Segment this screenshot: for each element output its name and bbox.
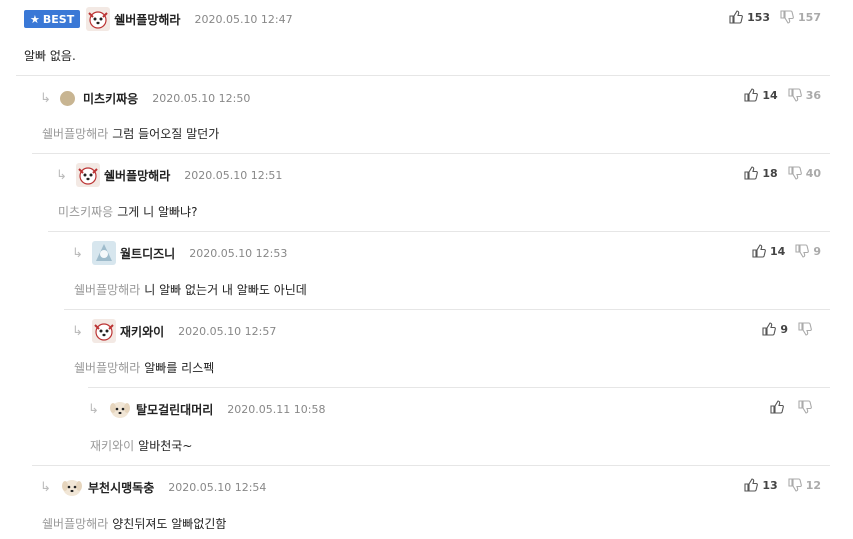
upvote-count: 14: [762, 88, 778, 102]
mention[interactable]: 미츠키짜응: [58, 205, 113, 219]
upvote-count: 9: [780, 322, 788, 336]
timestamp: 2020.05.11 10:58: [227, 402, 326, 416]
thumbs-down-icon[interactable]: [780, 10, 794, 24]
reply-arrow-icon: ↳: [72, 245, 83, 261]
thumbs-down-icon[interactable]: [795, 244, 810, 258]
thumbs-up-icon[interactable]: [729, 10, 743, 24]
nickname[interactable]: 쉘버플망해라: [114, 11, 180, 28]
reply-arrow-icon: ↳: [88, 401, 99, 417]
avatar[interactable]: [86, 7, 111, 31]
comment-text: 그게 니 알빠냐?: [117, 205, 198, 219]
avatar[interactable]: [92, 319, 116, 343]
avatar[interactable]: [60, 90, 75, 106]
downvote-count: 40: [805, 166, 821, 180]
reply-arrow-icon: ↳: [56, 167, 67, 183]
nickname[interactable]: 쉘버플망해라: [104, 167, 170, 184]
comment-text: 그럼 들어오질 말던가: [112, 127, 220, 141]
reply-arrow-icon: ↳: [72, 323, 83, 339]
nickname[interactable]: 탈모걸린대머리: [136, 401, 213, 418]
avatar[interactable]: [76, 163, 100, 187]
comment-text: 니 알빠 없는거 내 알빠도 아닌데: [144, 283, 307, 297]
timestamp: 2020.05.10 12:51: [184, 168, 283, 182]
upvote-count: 13: [762, 478, 778, 492]
divider: [48, 231, 830, 232]
nickname[interactable]: 미츠키짜응: [83, 90, 138, 107]
divider: [88, 387, 830, 388]
nickname[interactable]: 월트디즈니: [120, 245, 175, 262]
avatar[interactable]: [60, 475, 84, 499]
thumbs-down-icon[interactable]: [788, 166, 802, 180]
upvote-count: 18: [762, 166, 778, 180]
timestamp: 2020.05.10 12:54: [168, 480, 267, 494]
thumbs-down-icon[interactable]: [788, 88, 802, 102]
mention[interactable]: 쉘버플망해라: [74, 361, 140, 375]
mention[interactable]: 쉘버플망해라: [42, 517, 108, 531]
divider: [32, 465, 830, 466]
reply-arrow-icon: ↳: [40, 90, 51, 106]
comment-text: 알빠를 리스펙: [144, 361, 215, 375]
divider: [16, 75, 830, 76]
upvote-count: 153: [747, 10, 771, 24]
upvote-count: 14: [770, 244, 786, 258]
timestamp: 2020.05.10 12:50: [152, 91, 251, 105]
downvote-count: 9: [813, 244, 821, 258]
downvote-count: 12: [805, 478, 821, 492]
timestamp: 2020.05.10 12:47: [194, 12, 293, 26]
divider: [64, 309, 830, 310]
thumbs-down-icon[interactable]: [798, 400, 812, 414]
comment-text: 알바천국~: [138, 439, 193, 453]
comment-text: 양친뒤져도 알빠없긴함: [112, 517, 227, 531]
thumbs-up-icon[interactable]: [744, 166, 759, 180]
reply-arrow-icon: ↳: [40, 479, 51, 495]
mention[interactable]: 재키와이: [90, 439, 134, 453]
mention[interactable]: 쉘버플망해라: [42, 127, 108, 141]
divider: [32, 153, 830, 154]
thumbs-down-icon[interactable]: [788, 478, 802, 492]
thumbs-up-icon[interactable]: [762, 322, 777, 336]
best-badge: ★ BEST: [24, 10, 81, 28]
timestamp: 2020.05.10 12:57: [178, 324, 277, 338]
thumbs-down-icon[interactable]: [798, 322, 812, 336]
thumbs-up-icon[interactable]: [770, 400, 784, 414]
downvote-count: 157: [798, 10, 821, 24]
avatar[interactable]: [92, 241, 116, 265]
downvote-count: 36: [805, 88, 821, 102]
mention[interactable]: 쉘버플망해라: [74, 283, 140, 297]
thumbs-up-icon[interactable]: [744, 88, 759, 102]
nickname[interactable]: 부천시맹독충: [88, 479, 154, 496]
best-label: BEST: [42, 12, 75, 26]
avatar[interactable]: [108, 397, 132, 421]
thumbs-up-icon[interactable]: [752, 244, 766, 258]
star-icon: ★: [30, 12, 40, 26]
thumbs-up-icon[interactable]: [744, 478, 759, 492]
timestamp: 2020.05.10 12:53: [189, 246, 288, 260]
comment-text: 알빠 없음.: [24, 49, 76, 63]
nickname[interactable]: 재키와이: [120, 323, 164, 340]
